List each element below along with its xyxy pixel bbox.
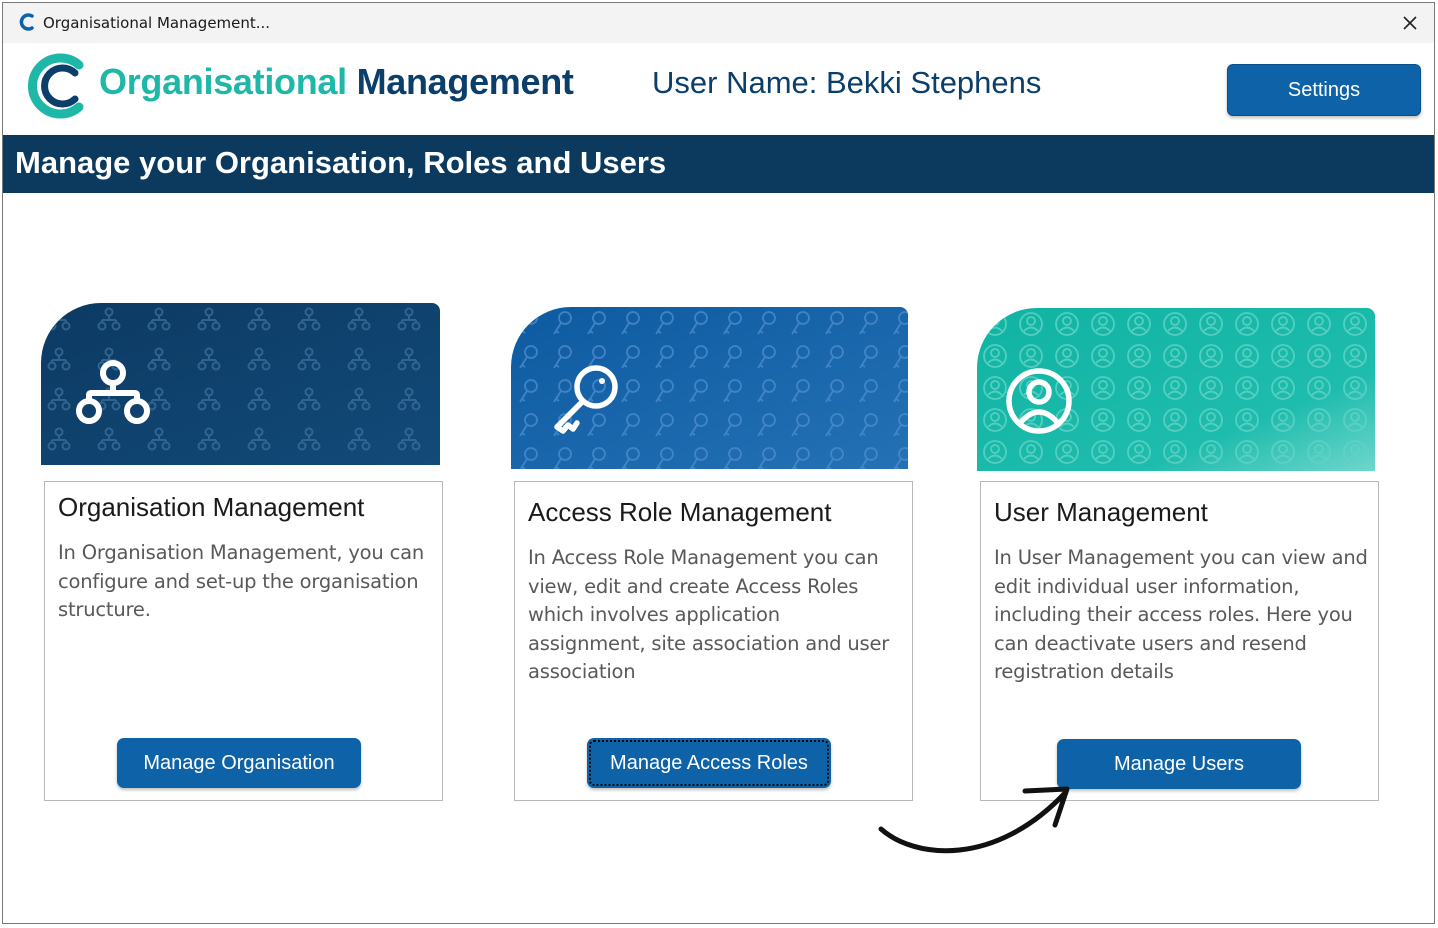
app-c-logo-icon <box>19 13 34 31</box>
manage-access-roles-button[interactable]: Manage Access Roles <box>587 738 831 788</box>
organisation-card-title: Organisation Management <box>58 492 365 522</box>
user-card-description: In User Management you can view and edit… <box>994 546 1368 683</box>
access-role-card: Access Role Management In Access Role Ma… <box>511 307 913 801</box>
access-role-card-description: In Access Role Management you can view, … <box>528 546 890 683</box>
annotation-arrow-icon <box>878 786 1070 854</box>
organisation-card-description: In Organisation Management, you can conf… <box>58 541 425 621</box>
manage-users-button[interactable]: Manage Users <box>1057 739 1301 789</box>
page-title: Manage your Organisation, Roles and User… <box>15 145 667 180</box>
app-header: Organisational Management User Name: Bek… <box>3 43 1434 135</box>
close-icon <box>1403 16 1417 30</box>
organisation-card-banner <box>41 303 440 465</box>
close-button[interactable] <box>1392 5 1428 41</box>
brand-name-part2: Management <box>356 61 574 102</box>
username-label: User Name: Bekki Stephens <box>652 65 1042 100</box>
organisation-card-body: Organisation Management In Organisation … <box>44 481 443 801</box>
user-card-banner <box>977 308 1375 471</box>
manage-organisation-button[interactable]: Manage Organisation <box>117 738 361 788</box>
user-card-body: User Management In User Management you c… <box>980 481 1379 801</box>
title-bar: Organisational Management... <box>3 3 1434 43</box>
access-role-card-body: Access Role Management In Access Role Ma… <box>514 481 913 801</box>
window-title: Organisational Management... <box>43 14 271 32</box>
app-window: Organisational Management... Organisatio… <box>2 2 1435 924</box>
brand-name: Organisational Management <box>99 61 574 103</box>
user-card: User Management In User Management you c… <box>977 308 1379 801</box>
page-banner: Manage your Organisation, Roles and User… <box>3 135 1434 193</box>
brand-name-part1: Organisational <box>99 61 347 102</box>
user-card-title: User Management <box>994 497 1208 527</box>
brand-logo-icon <box>27 53 84 119</box>
organisation-card: Organisation Management In Organisation … <box>41 303 443 801</box>
access-role-card-title: Access Role Management <box>528 497 832 527</box>
access-role-card-banner <box>511 307 908 469</box>
settings-button[interactable]: Settings <box>1227 64 1421 116</box>
